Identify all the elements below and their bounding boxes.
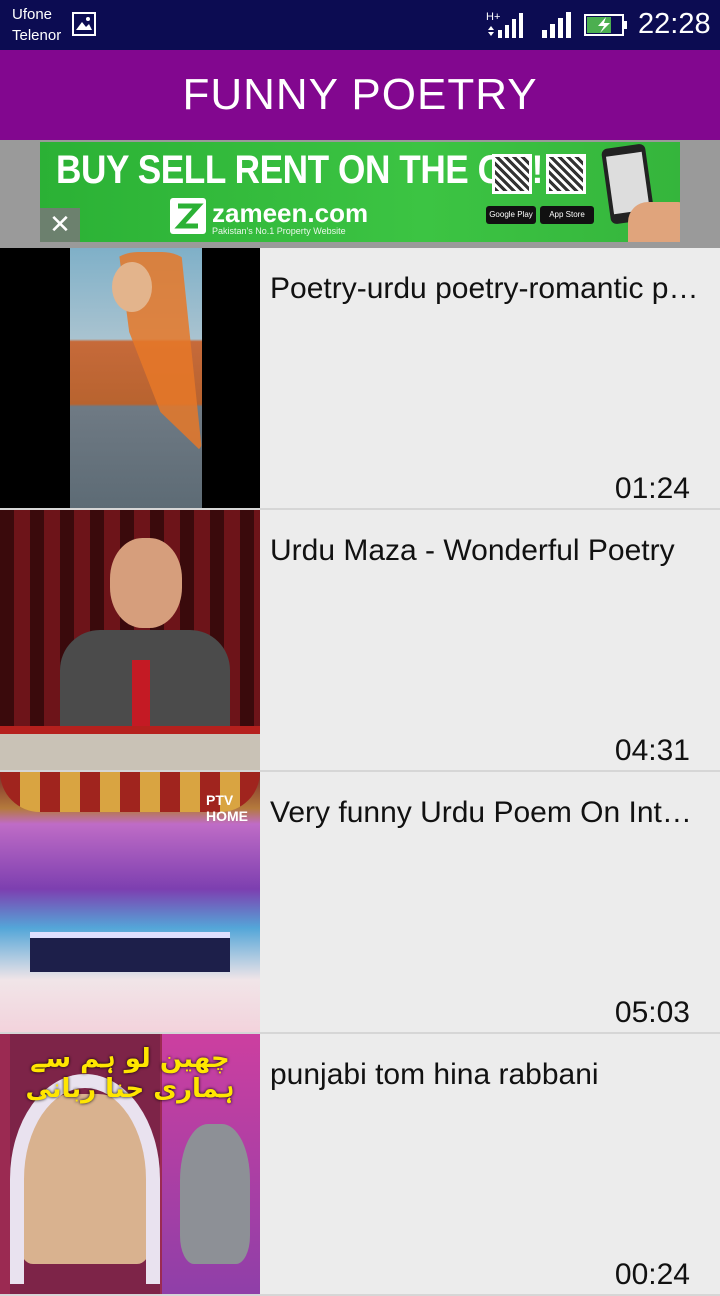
video-thumbnail[interactable] <box>0 510 260 770</box>
video-title: Very funny Urdu Poem On Internet <box>270 796 706 829</box>
urdu-caption: چھین لو ہم سے ہماری حنا ربانی <box>25 1044 235 1104</box>
app-title: FUNNY POETRY <box>182 70 538 119</box>
video-title: punjabi tom hina rabbani <box>270 1058 599 1091</box>
video-duration: 05:03 <box>614 996 690 1029</box>
google-play-badge[interactable]: Google Play <box>486 206 536 224</box>
ad-headline: BUY SELL RENT ON THE GO! <box>56 148 543 192</box>
video-thumbnail[interactable]: PTV HOME <box>0 772 260 1032</box>
hand-image <box>628 202 680 242</box>
ad-area: BUY SELL RENT ON THE GO! zameen.com Paki… <box>0 140 720 248</box>
qr-code-icon <box>492 154 532 194</box>
video-duration: 04:31 <box>614 734 690 767</box>
video-thumbnail[interactable] <box>0 248 260 508</box>
carrier-labels: Ufone Telenor <box>12 4 61 46</box>
mobile-signal-icon: H+ <box>486 11 523 38</box>
signal-strength-icon <box>542 12 571 38</box>
clock: 22:28 <box>638 8 711 40</box>
qr-code-icon <box>546 154 586 194</box>
video-duration: 01:24 <box>614 472 690 505</box>
carrier-1: Ufone <box>12 6 53 23</box>
battery-charging-icon <box>584 14 627 36</box>
carrier-2: Telenor <box>12 27 62 44</box>
ad-tagline: Pakistan's No.1 Property Website <box>212 226 346 236</box>
app-store-badge[interactable]: App Store <box>540 206 594 224</box>
network-type-label: H+ <box>486 11 500 23</box>
video-title: Poetry-urdu poetry-romantic poetry <box>270 272 706 305</box>
zameen-logo-icon <box>170 198 206 234</box>
channel-logo: PTV HOME <box>206 792 248 824</box>
status-bar: Ufone Telenor H+ 22:28 <box>0 0 720 50</box>
video-item[interactable]: PTV HOME Very funny Urdu Poem On Interne… <box>0 772 720 1034</box>
video-item[interactable]: چھین لو ہم سے ہماری حنا ربانی punjabi to… <box>0 1034 720 1296</box>
ad-brand: zameen.com <box>212 198 369 228</box>
video-item[interactable]: Poetry-urdu poetry-romantic poetry 01:24 <box>0 248 720 510</box>
video-title: Urdu Maza - Wonderful Poetry <box>270 534 675 567</box>
ad-banner[interactable]: BUY SELL RENT ON THE GO! zameen.com Paki… <box>40 142 680 242</box>
gallery-icon <box>72 12 96 36</box>
video-thumbnail[interactable]: چھین لو ہم سے ہماری حنا ربانی <box>0 1034 260 1294</box>
video-list: Poetry-urdu poetry-romantic poetry 01:24… <box>0 248 720 1296</box>
video-item[interactable]: Urdu Maza - Wonderful Poetry 04:31 <box>0 510 720 772</box>
ad-close-button[interactable]: ✕ <box>40 208 80 242</box>
video-duration: 00:24 <box>614 1258 690 1291</box>
app-bar: FUNNY POETRY <box>0 50 720 140</box>
